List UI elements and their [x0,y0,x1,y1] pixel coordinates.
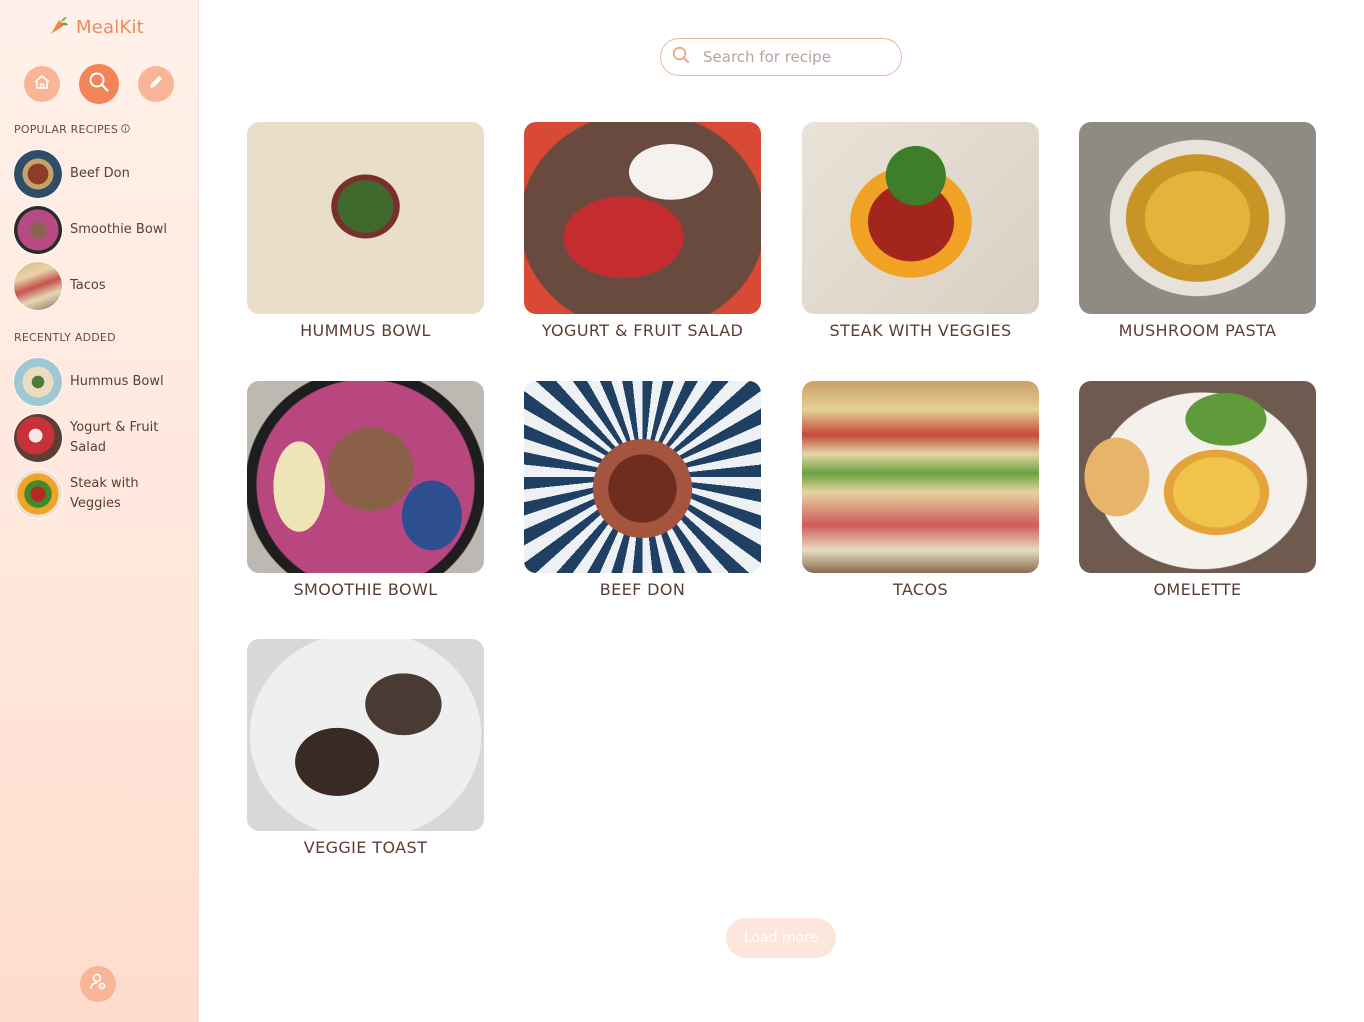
avatar [14,206,62,254]
recipe-image[interactable] [1079,122,1316,314]
recipe-title: OMELETTE [1153,580,1242,599]
sidebar-item-label: Steak with Veggies [70,476,139,511]
recipe-card-veggie-toast[interactable]: VEGGIE TOAST [247,639,484,857]
info-icon[interactable] [121,123,130,136]
sidebar-item-label: Tacos [70,278,106,293]
recipe-title: SMOOTHIE BOWL [293,580,438,599]
sidebar-item-beef-don[interactable]: Beef Don [14,146,192,202]
user-settings-icon [88,972,108,996]
recipe-card-beef-don[interactable]: BEEF DON [524,381,761,599]
search-input[interactable] [701,47,885,67]
recipe-card-steak-with-veggies[interactable]: STEAK WITH VEGGIES [802,122,1039,340]
sidebar: MealKit POPULAR RECIPES Beef Don Smoothi… [0,0,199,1022]
pencil-icon [147,73,165,95]
home-icon [33,73,51,95]
search-nav-button[interactable] [79,64,119,104]
search-icon [87,70,111,98]
recipe-title: MUSHROOM PASTA [1118,321,1277,340]
recently-added-heading: RECENTLY ADDED [14,331,116,344]
recipe-card-tacos[interactable]: TACOS [802,381,1039,599]
recipe-image[interactable] [247,122,484,314]
popular-recipes-list: Beef Don Smoothie Bowl Tacos [14,146,192,314]
sidebar-item-label: Hummus Bowl [70,374,164,389]
sidebar-item-label: Beef Don [70,166,130,181]
recipe-image[interactable] [524,122,761,314]
avatar [14,470,62,518]
load-more-button[interactable]: Load more [726,918,836,958]
recipe-image[interactable] [1079,381,1316,573]
profile-settings-button[interactable] [80,966,116,1002]
search-bar[interactable] [660,38,902,76]
main-nav [24,64,174,104]
home-button[interactable] [24,66,60,102]
recipe-image[interactable] [524,381,761,573]
avatar [14,150,62,198]
sidebar-item-label: Smoothie Bowl [70,222,168,237]
app-name: MealKit [76,16,144,38]
avatar [14,358,62,406]
avatar [14,414,62,462]
recipe-image[interactable] [247,381,484,573]
recipe-card-mushroom-pasta[interactable]: MUSHROOM PASTA [1079,122,1316,340]
recipe-title: TACOS [892,580,949,599]
popular-recipes-heading: POPULAR RECIPES [14,123,130,136]
recipe-title: HUMMUS BOWL [300,321,431,340]
carrot-icon [48,14,70,40]
sidebar-item-smoothie-bowl[interactable]: Smoothie Bowl [14,202,192,258]
recipe-card-omelette[interactable]: OMELETTE [1079,381,1316,599]
sidebar-item-hummus-bowl[interactable]: Hummus Bowl [14,354,192,410]
sidebar-item-label: Yogurt & Fruit Salad [70,420,159,455]
recently-added-list: Hummus Bowl Yogurt & Fruit Salad Steak w… [14,354,192,522]
recipe-image[interactable] [802,122,1039,314]
recipe-card-smoothie-bowl[interactable]: SMOOTHIE BOWL [247,381,484,599]
sidebar-item-steak-with-veggies[interactable]: Steak with Veggies [14,466,192,522]
recipe-title: BEEF DON [599,580,686,599]
avatar [14,262,62,310]
sidebar-item-tacos[interactable]: Tacos [14,258,192,314]
search-icon [661,45,691,69]
recipe-card-hummus-bowl[interactable]: HUMMUS BOWL [247,122,484,340]
app-logo[interactable]: MealKit [48,13,144,41]
recipe-card-yogurt-fruit-salad[interactable]: YOGURT & FRUIT SALAD [524,122,761,340]
recipe-title: STEAK WITH VEGGIES [829,321,1012,340]
recipe-title: YOGURT & FRUIT SALAD [541,321,744,340]
recipe-image[interactable] [247,639,484,831]
edit-button[interactable] [138,66,174,102]
recipe-image[interactable] [802,381,1039,573]
sidebar-item-yogurt-fruit-salad[interactable]: Yogurt & Fruit Salad [14,410,192,466]
recipe-title: VEGGIE TOAST [303,838,428,857]
